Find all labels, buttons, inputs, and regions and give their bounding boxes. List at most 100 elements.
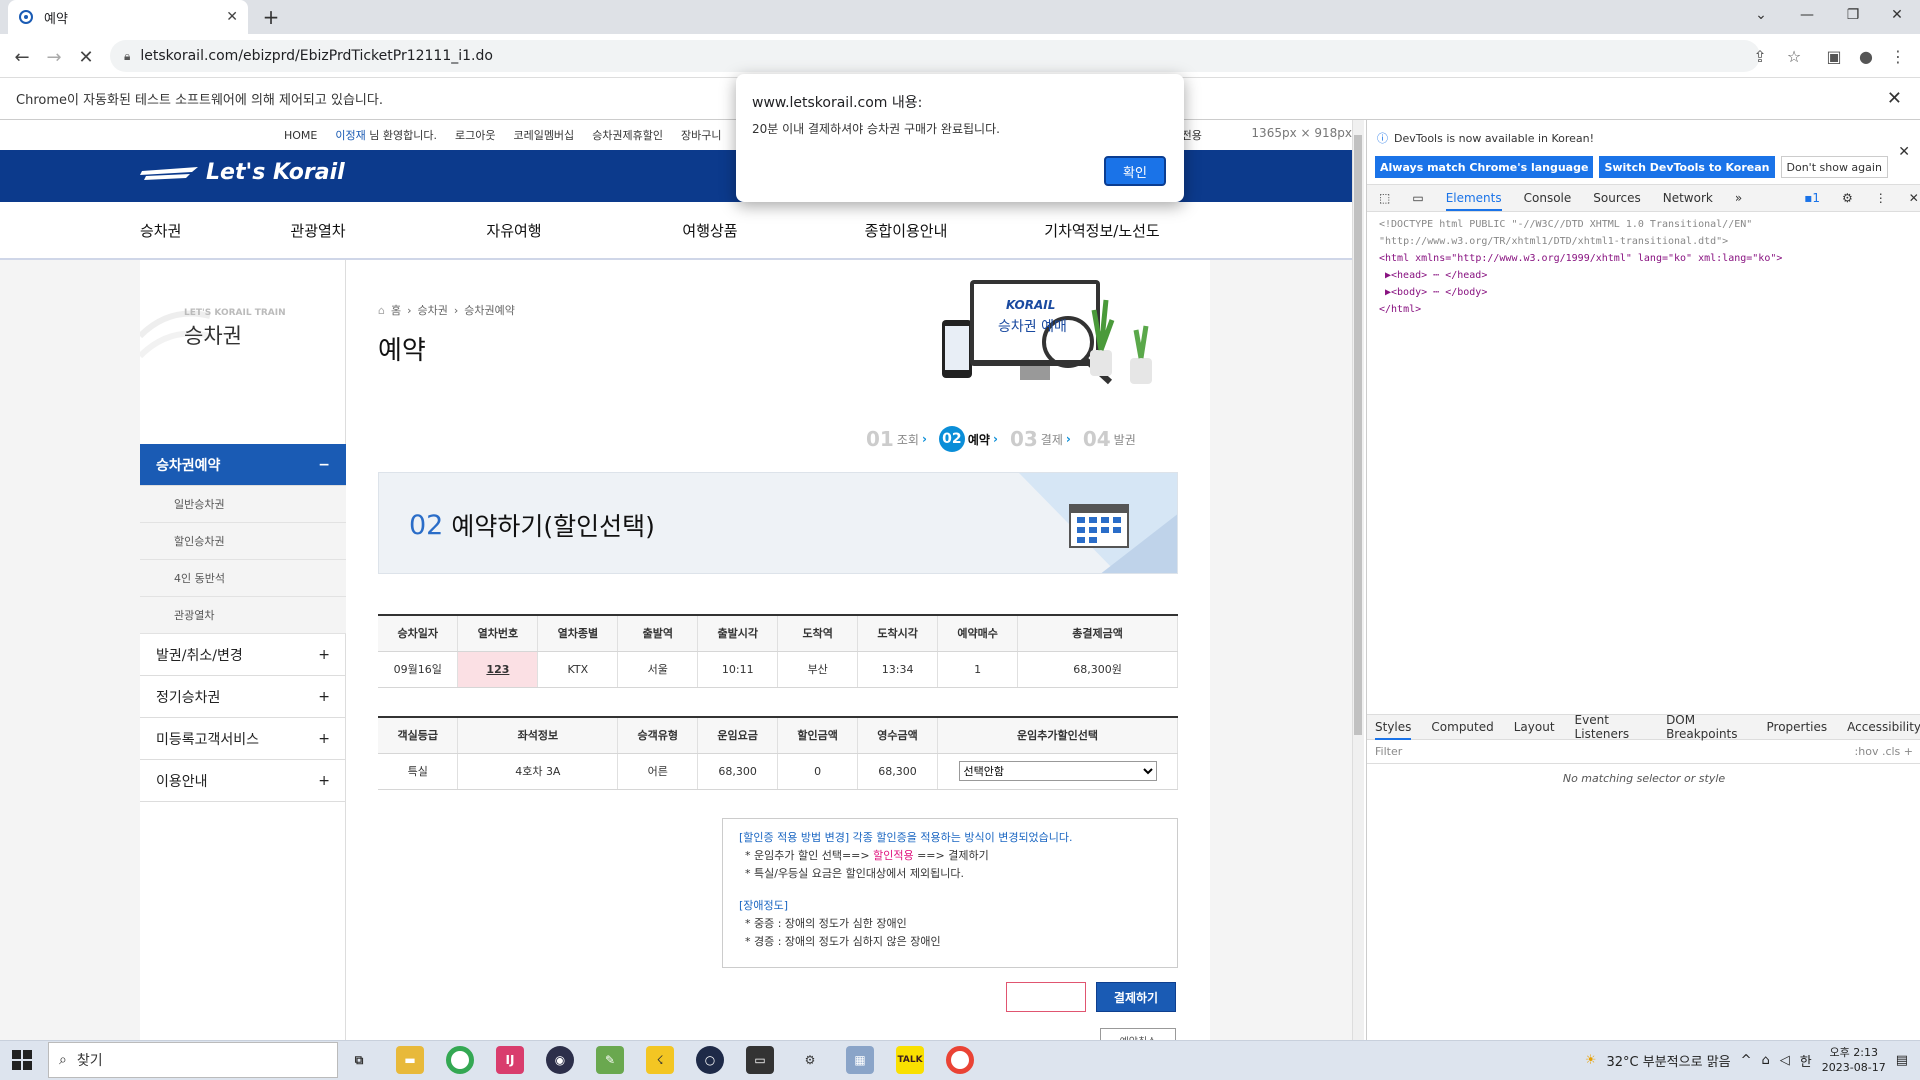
train-number-link[interactable]: 123 [457, 650, 539, 688]
clock[interactable]: 오후 2:13 2023-08-17 [1822, 1045, 1886, 1075]
kakaotalk-icon[interactable]: TALK [896, 1046, 924, 1074]
sidebar-sub-general[interactable]: 일반승차권 [140, 486, 346, 523]
styles-filter-input[interactable]: Filter [1375, 745, 1402, 758]
breadcrumb-reservation[interactable]: 승차권예약 [464, 302, 515, 318]
sidebar-item-issue[interactable]: 발권/취소/변경 + [140, 634, 346, 676]
dom-line[interactable]: ▶<head> ⋯ </head> [1379, 267, 1782, 284]
devtools-menu-icon[interactable]: ⋮ [1875, 191, 1887, 205]
nav-logout-link[interactable]: 로그아웃 [455, 127, 495, 143]
menu-ticket[interactable]: 승차권 [140, 220, 220, 241]
jetbrains-icon[interactable]: IJ [496, 1046, 524, 1074]
sidebar-sub-tour[interactable]: 관광열차 [140, 597, 346, 634]
volume-icon[interactable]: ◁ [1780, 1053, 1790, 1068]
sidebar-sub-family-seat[interactable]: 4인 동반석 [140, 560, 346, 597]
minimize-button[interactable]: — [1784, 0, 1830, 30]
code-input[interactable] [1006, 982, 1086, 1012]
forward-arrow-icon[interactable]: → [42, 45, 66, 69]
dom-line[interactable]: ▶<body> ⋯ </body> [1379, 284, 1782, 301]
breadcrumb-home[interactable]: 홈 [391, 302, 401, 318]
more-tabs-icon[interactable]: » [1735, 191, 1742, 205]
bookmark-star-icon[interactable]: ☆ [1782, 44, 1806, 68]
stop-loading-icon[interactable]: ✕ [74, 45, 98, 69]
tab-dom-breakpoints[interactable]: DOM Breakpoints [1666, 713, 1746, 741]
devtools-close-icon[interactable]: ✕ [1909, 191, 1919, 205]
tab-elements[interactable]: Elements [1445, 191, 1502, 211]
devtools-info-close-icon[interactable]: ✕ [1898, 144, 1910, 160]
tab-event-listeners[interactable]: Event Listeners [1575, 713, 1647, 741]
taskbar-search[interactable]: ⌕ 찾기 [48, 1042, 338, 1078]
tray-chevron-icon[interactable]: ^ [1741, 1053, 1752, 1068]
chrome-icon[interactable] [446, 1046, 474, 1074]
menu-travel-products[interactable]: 여행상품 [612, 220, 808, 241]
scrollbar-thumb[interactable] [1354, 135, 1362, 735]
dont-show-button[interactable]: Don't show again [1780, 156, 1888, 178]
task-view-icon[interactable]: ⧉ [345, 1046, 373, 1074]
tab-accessibility[interactable]: Accessibility [1847, 720, 1920, 734]
side-panel-icon[interactable]: ▣ [1822, 44, 1846, 68]
nav-discount-link[interactable]: 승차권제휴할인 [592, 127, 663, 143]
tab-console[interactable]: Console [1524, 191, 1572, 205]
weather-text[interactable]: 32°C 부분적으로 맑음 [1607, 1051, 1731, 1070]
url-input[interactable]: 🔒︎ letskorail.com/ebizprd/EbizPrdTicketP… [110, 40, 1760, 72]
infobar-close-icon[interactable]: ✕ [1887, 88, 1902, 109]
tab-computed[interactable]: Computed [1431, 720, 1493, 734]
chrome-active-icon[interactable] [946, 1046, 974, 1074]
app-icon-b[interactable]: ☇ [646, 1046, 674, 1074]
close-window-button[interactable]: ✕ [1874, 0, 1920, 30]
dom-line[interactable]: <!DOCTYPE html PUBLIC "-//W3C//DTD XHTML… [1379, 216, 1782, 233]
inspect-icon[interactable]: ⬚ [1379, 191, 1390, 205]
pay-button[interactable]: 결제하기 [1096, 982, 1176, 1012]
settings-icon[interactable]: ⚙ [796, 1046, 824, 1074]
sidebar-item-usage-guide[interactable]: 이용안내 + [140, 760, 346, 802]
sidebar-item-season-ticket[interactable]: 정기승차권 + [140, 676, 346, 718]
issues-badge[interactable]: ▪1 [1804, 191, 1820, 205]
dom-line[interactable]: <html xmlns="http://www.w3.org/1999/xhtm… [1379, 250, 1782, 267]
new-tab-button[interactable]: + [258, 4, 284, 30]
tab-network[interactable]: Network [1663, 191, 1713, 205]
match-language-button[interactable]: Always match Chrome's language [1375, 156, 1594, 178]
browser-tab[interactable]: 예약 ✕ [8, 0, 248, 34]
share-icon[interactable]: ⇪ [1748, 44, 1772, 68]
menu-free-travel[interactable]: 자유여행 [416, 220, 612, 241]
menu-kebab-icon[interactable]: ⋮ [1886, 44, 1910, 68]
sidebar-item-reservation[interactable]: 승차권예약 − [140, 444, 346, 486]
menu-guide[interactable]: 종합이용안내 [808, 220, 1004, 241]
sidebar-item-guest-service[interactable]: 미등록고객서비스 + [140, 718, 346, 760]
dom-line[interactable]: "http://www.w3.org/TR/xhtml1/DTD/xhtml1-… [1379, 233, 1782, 250]
windows-start-icon[interactable] [12, 1050, 32, 1070]
terminal-icon[interactable]: ▭ [746, 1046, 774, 1074]
site-logo[interactable]: Let's Korail [140, 160, 345, 185]
discount-select[interactable]: 선택안함 [958, 761, 1157, 781]
tab-close-icon[interactable]: ✕ [226, 9, 238, 25]
device-toggle-icon[interactable]: ▭ [1412, 191, 1423, 205]
notepad-icon[interactable]: ✎ [596, 1046, 624, 1074]
tab-search-icon[interactable]: ⌄ [1738, 0, 1784, 30]
ime-indicator[interactable]: 한 [1800, 1051, 1812, 1070]
nav-cart-link[interactable]: 장바구니 [681, 127, 721, 143]
tab-sources[interactable]: Sources [1593, 191, 1640, 205]
back-arrow-icon[interactable]: ← [10, 45, 34, 69]
app-icon-a[interactable]: ◉ [546, 1046, 574, 1074]
app-icon-c[interactable]: ○ [696, 1046, 724, 1074]
nav-home-link[interactable]: HOME [284, 129, 317, 142]
styles-filter-tools[interactable]: :hov .cls + [1855, 745, 1913, 758]
network-icon[interactable]: ⌂ [1762, 1053, 1770, 1068]
breadcrumb-ticket[interactable]: 승차권 [418, 302, 448, 318]
menu-station-info[interactable]: 기차역정보/노선도 [1004, 220, 1200, 241]
cancel-reservation-button[interactable]: 예약취소 [1100, 1028, 1176, 1040]
notifications-icon[interactable]: ▤ [1896, 1053, 1908, 1068]
alert-ok-button[interactable]: 확인 [1104, 156, 1166, 186]
settings-gear-icon[interactable]: ⚙ [1842, 191, 1853, 205]
tab-layout[interactable]: Layout [1514, 720, 1555, 734]
tab-properties[interactable]: Properties [1767, 720, 1828, 734]
nav-right-link[interactable]: 전용 [1182, 127, 1202, 143]
restore-button[interactable]: ❐ [1830, 0, 1876, 30]
menu-tour-train[interactable]: 관광열차 [220, 220, 416, 241]
switch-korean-button[interactable]: Switch DevTools to Korean [1599, 156, 1775, 178]
photos-icon[interactable]: ▦ [846, 1046, 874, 1074]
tab-styles[interactable]: Styles [1375, 720, 1412, 740]
profile-avatar-icon[interactable]: ● [1854, 44, 1878, 68]
file-explorer-icon[interactable]: ▬ [396, 1046, 424, 1074]
sidebar-sub-discount[interactable]: 할인승차권 [140, 523, 346, 560]
nav-membership-link[interactable]: 코레일멤버십 [513, 127, 574, 143]
